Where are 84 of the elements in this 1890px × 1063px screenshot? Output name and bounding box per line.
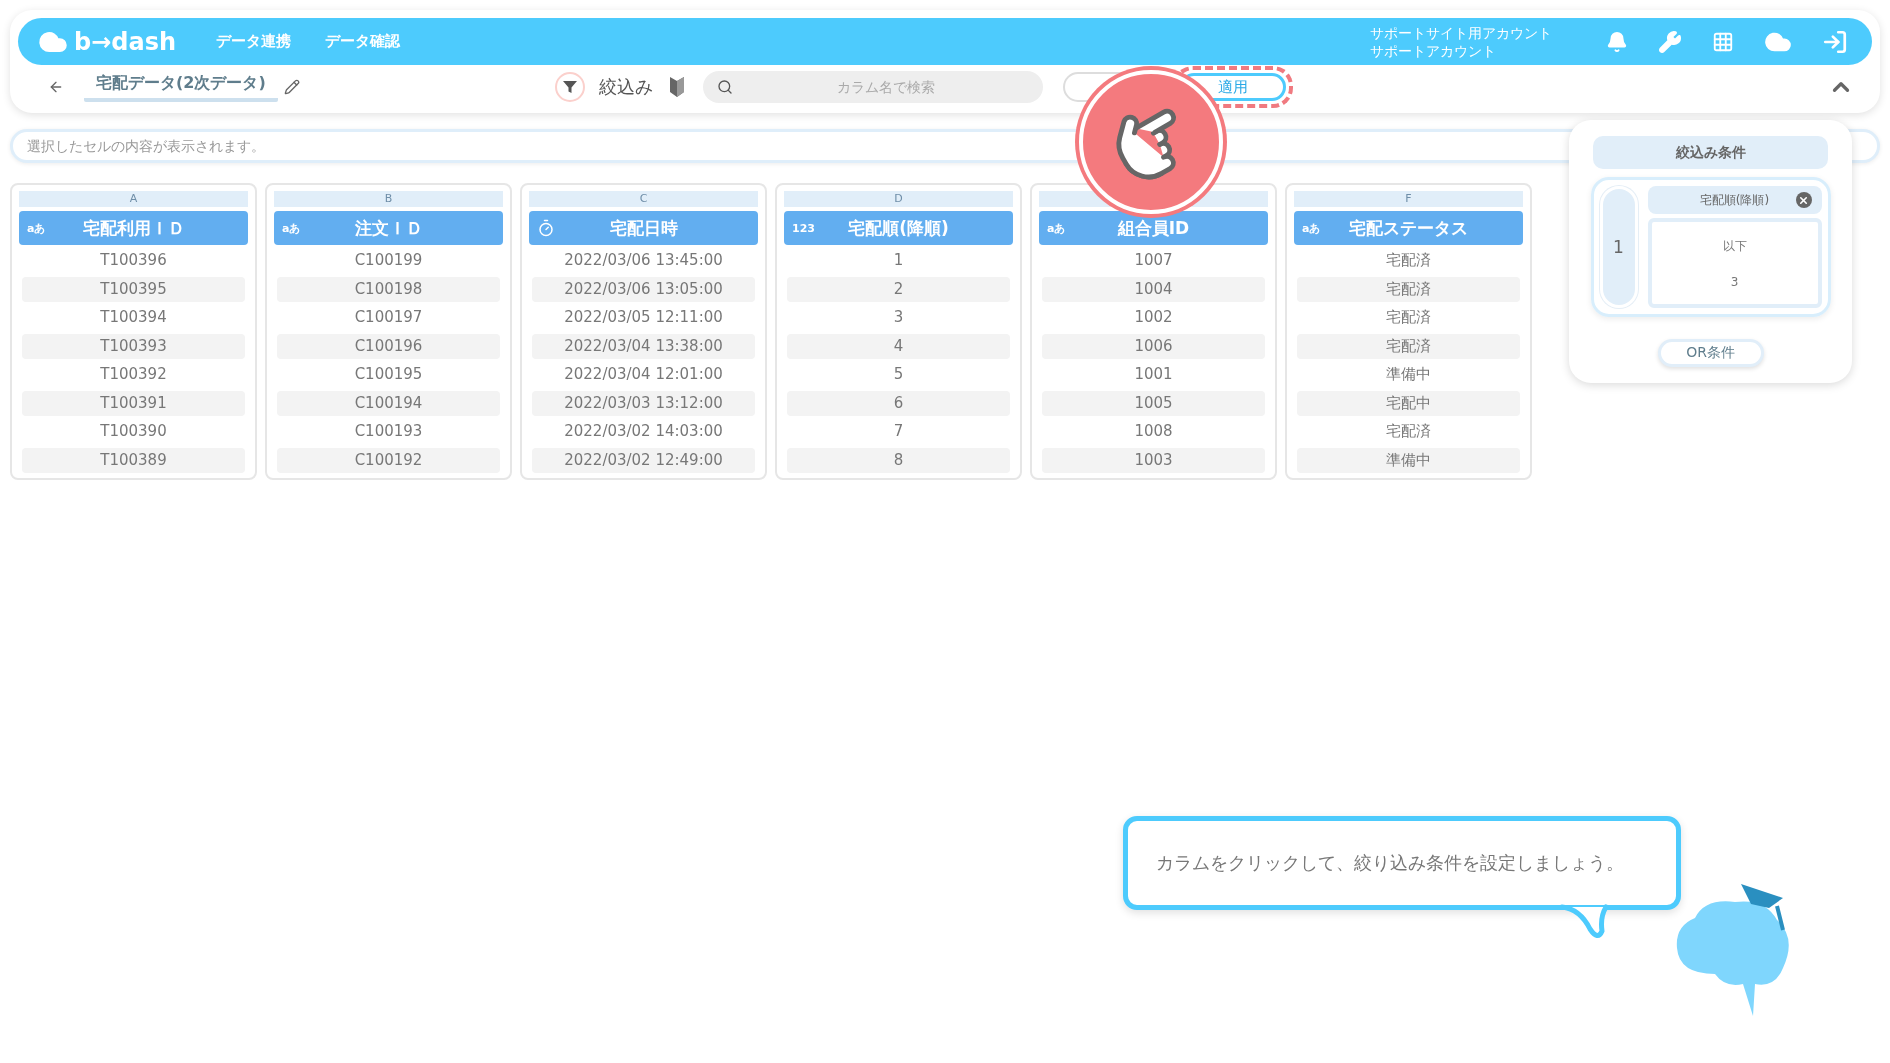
table-cell[interactable]: C100192 [277,447,500,473]
filter-icon[interactable] [554,72,585,102]
table-cell[interactable]: 2022/03/06 13:05:00 [532,276,755,302]
type-label: aあ [1047,220,1067,236]
table-cell[interactable]: 1 [787,248,1010,273]
account-name: サポートサイト用アカウント [1370,23,1552,42]
table-cell[interactable]: 2022/03/04 12:01:00 [532,362,755,387]
close-icon[interactable] [1795,192,1812,209]
table-cell[interactable]: 2022/03/03 13:12:00 [532,390,755,416]
condition-value: 3 [1730,274,1739,289]
condition-value-box[interactable]: 以下 3 [1647,218,1822,309]
pencil-icon[interactable] [283,79,300,95]
or-condition-button[interactable]: OR条件 [1657,339,1764,367]
table-cell[interactable]: 準備中 [1297,362,1520,387]
table-cell[interactable]: 宅配済 [1297,333,1520,359]
table-cell[interactable]: 1006 [1042,333,1265,359]
filter-label: 絞込み [598,75,653,99]
table-cell[interactable]: 4 [787,333,1010,359]
back-icon[interactable] [48,79,64,95]
table-cell[interactable]: C100196 [277,333,500,359]
table-cell[interactable]: 1004 [1042,276,1265,302]
table-cell[interactable]: 8 [787,447,1010,473]
table-cell[interactable]: T100395 [22,276,245,302]
table-cell[interactable]: C100197 [277,305,500,330]
table-cell[interactable]: 5 [787,362,1010,387]
table-cell[interactable]: 2022/03/02 14:03:00 [532,419,755,444]
column-header[interactable]: aあ 組合員ID [1039,211,1268,245]
table-cell[interactable]: T100394 [22,305,245,330]
table-cell[interactable]: 宅配済 [1297,248,1520,273]
search-field[interactable]: カラム名で検索 [702,71,1043,103]
table-cell[interactable]: C100199 [277,248,500,273]
table-cell[interactable]: 2022/03/06 13:45:00 [532,248,755,273]
logo-text: b→dash [74,27,177,56]
column-letter: A [19,191,248,207]
table-cell[interactable]: 1007 [1042,248,1265,273]
table-cell[interactable]: 6 [787,390,1010,416]
table-cell[interactable]: C100198 [277,276,500,302]
table-cell[interactable]: C100194 [277,390,500,416]
column-header[interactable]: aあ 注文ＩＤ [274,211,503,245]
column-header[interactable]: aあ 宅配利用ＩＤ [19,211,248,245]
account-name: サポートアカウント [1370,41,1497,60]
condition-column-name: 宅配順(降順) [1699,191,1770,209]
type-label: aあ [27,220,47,236]
column-letter: D [784,191,1013,207]
panel-title: 絞込み条件 [1593,136,1828,170]
search-icon [716,79,733,95]
table-cell[interactable]: T100390 [22,419,245,444]
type-label: aあ [282,220,302,236]
type-label: 123 [792,221,816,235]
table-cell[interactable]: 7 [787,419,1010,444]
table-cell[interactable]: C100193 [277,419,500,444]
column-header[interactable]: 宅配日時 [529,211,758,245]
table-cell[interactable]: 2022/03/05 12:11:00 [532,305,755,330]
table-cell[interactable]: 2022/03/04 13:38:00 [532,333,755,359]
table-cell[interactable]: 1008 [1042,419,1265,444]
condition-index: 1 [1599,186,1638,309]
table-cell[interactable]: 2022/03/02 12:49:00 [532,447,755,473]
table-cell[interactable]: T100391 [22,390,245,416]
table-cell[interactable]: 宅配中 [1297,390,1520,416]
tip-text: カラムをクリックして、絞り込み条件を設定しましょう。 [1156,851,1624,875]
table-cell[interactable]: 宅配済 [1297,276,1520,302]
condition-operator: 以下 [1722,237,1747,255]
table-cell[interactable]: C100195 [277,362,500,387]
column-header[interactable]: 123 宅配順(降順) [784,211,1013,245]
table-cell[interactable]: 1001 [1042,362,1265,387]
column-letter: B [274,191,503,207]
page-title[interactable]: 宅配データ(2次データ) [84,72,278,102]
table-cell[interactable]: 宅配済 [1297,305,1520,330]
table-cell[interactable]: 1003 [1042,447,1265,473]
table-cell[interactable]: 1002 [1042,305,1265,330]
beginner-mark-icon[interactable] [668,76,685,98]
table-cell[interactable]: T100396 [22,248,245,273]
column-letter: C [529,191,758,207]
table-cell[interactable]: T100393 [22,333,245,359]
table-cell[interactable]: 2 [787,276,1010,302]
table-cell[interactable]: T100392 [22,362,245,387]
column-letter: F [1294,191,1523,207]
table-cell[interactable]: 1005 [1042,390,1265,416]
type-label: aあ [1302,220,1322,236]
table-cell[interactable]: T100389 [22,447,245,473]
table-cell[interactable]: 3 [787,305,1010,330]
table-cell[interactable]: 準備中 [1297,447,1520,473]
column-header[interactable]: aあ 宅配ステータス [1294,211,1523,245]
table-cell[interactable]: 宅配済 [1297,419,1520,444]
